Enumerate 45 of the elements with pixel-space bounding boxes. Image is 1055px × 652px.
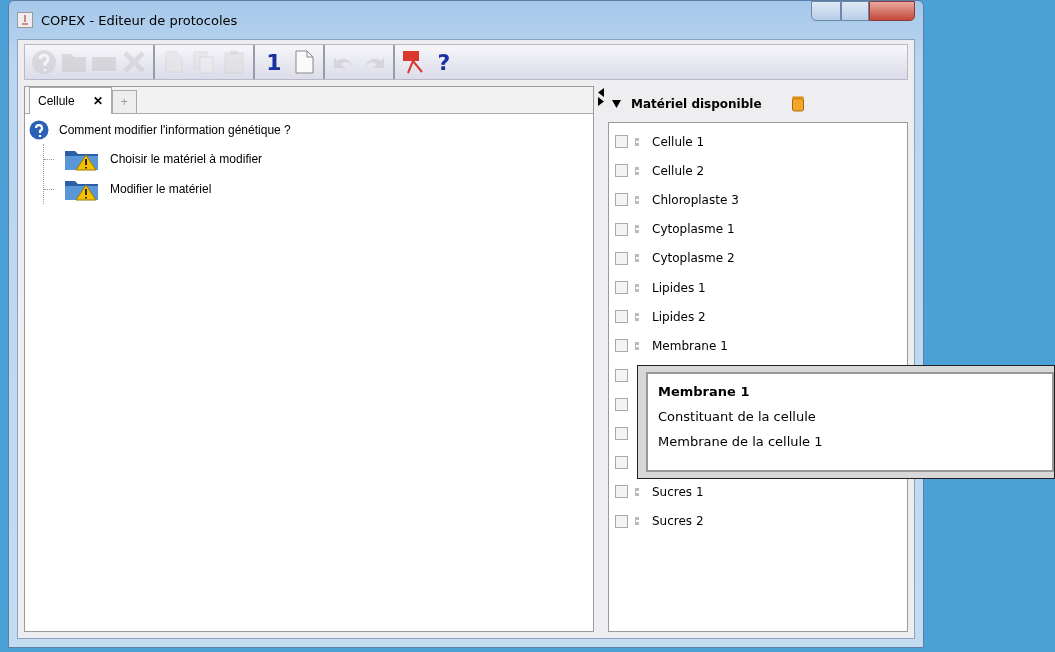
tree-item[interactable]: Modifier le matériel (110, 182, 212, 196)
material-item[interactable]: Lipides 2 (652, 309, 706, 324)
material-item[interactable]: Chloroplaste 3 (652, 192, 739, 207)
toolbar-button[interactable]: ? (429, 48, 459, 76)
tree-item[interactable]: Choisir le matériel à modifier (110, 152, 263, 166)
checkbox[interactable] (615, 456, 628, 470)
checkbox[interactable] (615, 514, 628, 528)
app-icon (17, 12, 33, 28)
checkbox[interactable] (615, 485, 628, 499)
expand-toggle-icon[interactable] (612, 100, 621, 108)
maximize-button[interactable] (841, 1, 869, 21)
close-tab-icon[interactable]: ✕ (92, 94, 103, 108)
close-button[interactable] (869, 1, 915, 21)
material-item[interactable]: Cellule 2 (652, 163, 705, 178)
tooltip-text: Constituant de la cellule (658, 409, 817, 424)
checkbox[interactable] (615, 164, 628, 178)
jar-icon (791, 96, 804, 112)
checkbox[interactable] (615, 426, 628, 440)
material-item[interactable]: Sucres 1 (652, 484, 704, 499)
panel-title: Matériel disponible (631, 97, 762, 111)
question-text: Comment modifier l'information génétique ? (59, 123, 291, 137)
tooltip-title: Membrane 1 (658, 384, 751, 399)
toolbar-button[interactable]: 1 (259, 48, 289, 76)
question-icon (29, 120, 49, 140)
tooltip-text: Membrane de la cellule 1 (658, 434, 824, 449)
checkbox[interactable] (615, 281, 628, 295)
checkbox[interactable] (615, 135, 628, 149)
checkbox[interactable] (615, 310, 628, 324)
material-item[interactable]: Cytoplasme 2 (652, 251, 735, 266)
checkbox[interactable] (615, 222, 628, 236)
checkbox[interactable] (615, 193, 628, 207)
checkbox[interactable] (615, 397, 628, 411)
minimize-button[interactable] (811, 1, 841, 21)
window-title: COPEX - Editeur de protocoles (41, 12, 238, 28)
material-item[interactable]: Membrane 1 (652, 338, 728, 353)
tab[interactable]: Cellule ✕ (29, 87, 112, 114)
checkbox[interactable] (615, 368, 628, 382)
checkbox[interactable] (615, 251, 628, 265)
material-item[interactable]: Lipides 1 (652, 280, 706, 295)
material-item[interactable]: Sucres 2 (652, 514, 704, 529)
collapse-arrows-icon (598, 88, 604, 106)
checkbox[interactable] (615, 339, 628, 353)
help-icon (30, 48, 58, 76)
material-item[interactable]: Cellule 1 (652, 134, 705, 149)
material-item[interactable]: Cytoplasme 1 (652, 222, 735, 237)
